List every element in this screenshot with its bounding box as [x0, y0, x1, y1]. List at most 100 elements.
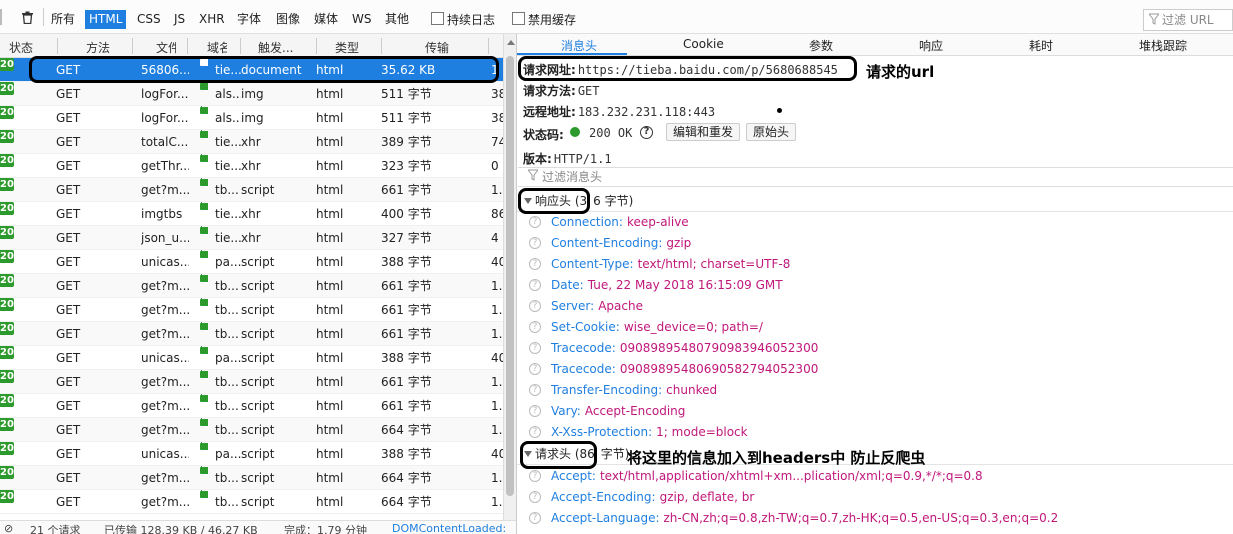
request-row[interactable]: 200 GET get?m... tb...script html 661 字节 1.: [0, 322, 503, 346]
column-method[interactable]: 方法: [86, 39, 126, 56]
lock-icon: [200, 418, 208, 427]
request-row[interactable]: 200 GET get?m... tb...script html 661 字节 1.: [0, 274, 503, 298]
perf-icon[interactable]: ⊘: [4, 522, 13, 534]
scroll-up-arrow-icon[interactable]: [507, 40, 515, 45]
disable-cache-checkbox[interactable]: [512, 12, 525, 25]
status-badge: 200: [0, 322, 14, 335]
header-row[interactable]: ? Vary: Accept-Encoding: [517, 401, 1233, 422]
column-file[interactable]: 文件: [156, 39, 176, 56]
request-row[interactable]: 200 GET imgtbs tie...xhr html 400 字节 86: [0, 202, 503, 226]
header-row[interactable]: ? Date: Tue, 22 May 2018 16:15:09 GMT: [517, 275, 1233, 296]
help-icon[interactable]: ?: [529, 258, 541, 270]
help-icon[interactable]: ?: [529, 491, 541, 503]
column-type[interactable]: 类型: [335, 39, 375, 56]
column-transfer[interactable]: 传输: [425, 39, 465, 56]
help-icon[interactable]: ?: [529, 321, 541, 333]
help-icon[interactable]: ?: [529, 512, 541, 524]
cell-file: unicas...: [141, 447, 189, 461]
filter-tab[interactable]: HTML: [85, 10, 127, 29]
request-row[interactable]: 200 GET totalC... tie...xhr html 389 字节 74: [0, 130, 503, 154]
cell-cause: img: [241, 87, 264, 101]
request-row[interactable]: 200 GET json_u... tie...xhr html 327 字节 4: [0, 226, 503, 250]
help-icon[interactable]: ?: [529, 300, 541, 312]
cell-transfer: 389 字节: [381, 135, 432, 149]
header-row[interactable]: ? Connection: keep-alive: [517, 212, 1233, 233]
tab-cookie[interactable]: Cookie: [683, 37, 724, 51]
status-badge: 200: [0, 154, 14, 167]
tab-params[interactable]: 参数: [809, 37, 833, 54]
request-row[interactable]: 200 GET unicas... pa...script html 388 字节 40: [0, 346, 503, 370]
help-icon[interactable]: ?: [529, 384, 541, 396]
tab-headers[interactable]: 消息头: [561, 37, 597, 54]
persist-log-checkbox[interactable]: [431, 12, 444, 25]
filter-tab[interactable]: CSS: [133, 10, 165, 29]
filter-tab[interactable]: JS: [170, 10, 189, 29]
header-row[interactable]: ? Content-Type: text/html; charset=UTF-8: [517, 254, 1233, 275]
header-row[interactable]: ? X-Xss-Protection: 1; mode=block: [517, 422, 1233, 443]
response-headers-section[interactable]: 响应头 (3 6 字节): [517, 190, 1233, 212]
help-icon[interactable]: ?: [529, 426, 541, 438]
cell-domain: als...: [215, 87, 241, 101]
lock-icon: [200, 202, 208, 211]
filter-tab[interactable]: XHR: [195, 10, 229, 29]
filter-tab[interactable]: WS: [348, 10, 375, 29]
filter-tab[interactable]: 所有: [47, 10, 79, 29]
help-icon[interactable]: ?: [529, 342, 541, 354]
header-value: keep-alive: [626, 215, 689, 229]
header-row[interactable]: ? Accept: text/html,application/xhtml+xm..…: [517, 466, 1233, 487]
persist-log-label: 持续日志: [447, 13, 496, 27]
request-row[interactable]: 200 GET unicas... pa...script html 388 字节 40: [0, 250, 503, 274]
cell-cause: script: [241, 327, 275, 341]
tab-response[interactable]: 响应: [919, 37, 943, 54]
cell-file: logFor...: [141, 111, 189, 125]
edit-and-resend-button[interactable]: 编辑和重发: [666, 123, 741, 141]
request-row[interactable]: 200 GET get?m... tb...script html 664 字节 1.: [0, 490, 503, 514]
filter-tab[interactable]: 图像: [272, 10, 304, 29]
column-cause[interactable]: 触发...: [258, 39, 308, 56]
help-icon[interactable]: ?: [529, 216, 541, 228]
request-row[interactable]: 200 GET get?m... tb...script html 661 字节 1.: [0, 370, 503, 394]
request-row[interactable]: 200 GET get?m... tb...script html 664 字节 1.: [0, 418, 503, 442]
header-row[interactable]: ? Tracecode: 09089895480790983946052300: [517, 338, 1233, 359]
tab-stack-trace[interactable]: 堆栈跟踪: [1139, 37, 1187, 54]
cell-file: logFor...: [141, 87, 189, 101]
scroll-thumb[interactable]: [506, 56, 514, 496]
header-row[interactable]: ? Tracecode: 09089895480690582794052300: [517, 359, 1233, 380]
request-row[interactable]: 200 GET get?m... tb...script html 661 字节 1.: [0, 394, 503, 418]
help-icon[interactable]: ?: [529, 363, 541, 375]
column-status[interactable]: 状态: [9, 39, 53, 56]
column-domain[interactable]: 域名: [207, 39, 227, 56]
help-icon[interactable]: ?: [529, 237, 541, 249]
filter-tab[interactable]: 其他: [381, 10, 413, 29]
request-row[interactable]: 200 GET getThr... tie...xhr html 323 字节 0: [0, 154, 503, 178]
status-badge: 200: [0, 394, 14, 407]
request-method-row: 请求方法: GET: [523, 82, 600, 99]
header-row[interactable]: ? Server: Apache: [517, 296, 1233, 317]
request-row[interactable]: 200 GET get?m... tb...script html 664 字节 1.: [0, 466, 503, 490]
header-row[interactable]: ? Accept-Encoding: gzip, deflate, br: [517, 487, 1233, 508]
request-row[interactable]: 200 GET unicas... pa...script html 388 字节 40: [0, 442, 503, 466]
request-list-scrollbar[interactable]: [503, 34, 516, 520]
url-filter-input[interactable]: 过滤 URL: [1143, 9, 1233, 31]
help-icon[interactable]: ?: [529, 279, 541, 291]
raw-headers-button[interactable]: 原始头: [746, 123, 797, 141]
header-value: 1; mode=block: [656, 425, 748, 439]
help-icon[interactable]: ?: [529, 405, 541, 417]
request-row[interactable]: 200 GET logFor... als...img html 511 字节 38: [0, 82, 503, 106]
header-row[interactable]: ? Content-Encoding: gzip: [517, 233, 1233, 254]
header-row[interactable]: ? Set-Cookie: wise_device=0; path=/: [517, 317, 1233, 338]
help-icon[interactable]: ?: [529, 470, 541, 482]
help-icon[interactable]: ?: [640, 126, 653, 139]
request-row[interactable]: 200 GET logFor... als...img html 511 字节 38: [0, 106, 503, 130]
header-filter-input[interactable]: 过滤消息头: [518, 167, 1233, 187]
header-value: Accept-Encoding: [584, 404, 686, 418]
trash-icon[interactable]: [21, 11, 34, 24]
tab-timings[interactable]: 耗时: [1029, 37, 1053, 54]
header-row[interactable]: ? Accept-Language: zh-CN,zh;q=0.8,zh-TW;q=…: [517, 508, 1233, 529]
header-row[interactable]: ? Transfer-Encoding: chunked: [517, 380, 1233, 401]
filter-tab[interactable]: 字体: [233, 10, 265, 29]
filter-tab[interactable]: 媒体: [310, 10, 342, 29]
request-row[interactable]: 200 GET get?m... tb...script html 661 字节 1.: [0, 298, 503, 322]
cell-domain: tie...: [215, 135, 241, 149]
request-row[interactable]: 200 GET get?m... tb...script html 661 字节 1.: [0, 178, 503, 202]
